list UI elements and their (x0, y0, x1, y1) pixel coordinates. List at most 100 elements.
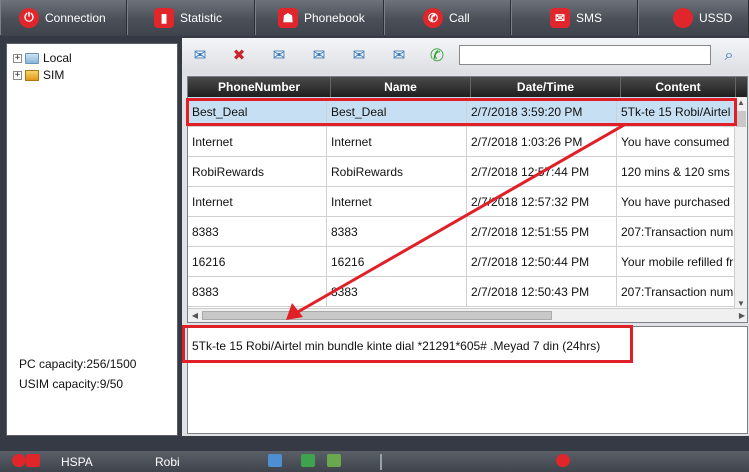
cell-datetime: 2/7/2018 12:57:32 PM (467, 187, 617, 217)
tab-connection-label: Connection (45, 10, 106, 25)
folder-icon (25, 52, 39, 64)
power-icon: ⏻ (19, 7, 39, 28)
cell-datetime: 2/7/2018 12:50:43 PM (467, 277, 617, 307)
cell-content: 207:Transaction num (617, 217, 736, 247)
cell-content: Your mobile refilled fr (617, 247, 736, 277)
status-bar: HSPA Robi (0, 451, 749, 472)
column-header-name[interactable]: Name (331, 77, 471, 97)
table-body: Best_Deal Best_Deal 2/7/2018 3:59:20 PM … (188, 97, 736, 307)
call-icon[interactable]: ✆ (427, 47, 447, 65)
tab-call-label: Call (449, 10, 470, 25)
cell-content: 120 mins & 120 sms (617, 157, 736, 187)
disconnected-icon (12, 454, 26, 467)
tree-item-sim-label: SIM (43, 68, 65, 82)
tab-connection[interactable]: ⏻ Connection (0, 0, 127, 35)
scroll-down-icon[interactable]: ▼ (735, 299, 747, 308)
expand-icon[interactable]: + (13, 53, 22, 63)
table-header: PhoneNumber Name Date/Time Content (188, 77, 747, 97)
cell-name: Internet (327, 187, 467, 217)
ussd-icon (673, 7, 693, 28)
cell-phone: Internet (188, 127, 327, 157)
envelope-icon: ✉ (550, 7, 570, 28)
cell-phone: 8383 (188, 217, 327, 247)
cell-phone: Best_Deal (188, 97, 327, 127)
cell-phone: 8383 (188, 277, 327, 307)
reply-icon[interactable]: ✉ (269, 47, 289, 65)
status-divider (380, 454, 382, 470)
search-icon[interactable]: ⌕ (718, 45, 740, 67)
column-header-datetime[interactable]: Date/Time (471, 77, 621, 97)
cell-name: Best_Deal (327, 97, 467, 127)
tree-item-sim[interactable]: + SIM (13, 67, 64, 83)
tab-sms[interactable]: ✉ SMS (511, 0, 638, 35)
cell-content: You have purchased (617, 187, 736, 217)
pc-capacity: PC capacity:256/1500 (19, 357, 137, 371)
horizontal-scroll-thumb[interactable] (202, 311, 552, 320)
bar-chart-icon: ▮ (154, 7, 174, 28)
phone-icon: ✆ (423, 7, 443, 28)
table-row[interactable]: Internet Internet 2/7/2018 12:57:32 PM Y… (188, 187, 736, 217)
scroll-left-icon[interactable]: ◀ (189, 311, 201, 320)
message-preview: 5Tk-te 15 Robi/Airtel min bundle kinte d… (187, 326, 748, 434)
network-adapter-icon (268, 454, 282, 467)
table-row[interactable]: 16216 16216 2/7/2018 12:50:44 PM Your mo… (188, 247, 736, 277)
app-window: ⏻ Connection ▮ Statistic ☗ Phonebook ✆ C… (0, 0, 749, 472)
table-row[interactable]: RobiRewards RobiRewards 2/7/2018 12:57:4… (188, 157, 736, 187)
scroll-up-icon[interactable]: ▲ (735, 98, 747, 107)
image-icon (327, 454, 341, 467)
network-type: HSPA (61, 455, 93, 469)
horizontal-scrollbar[interactable]: ◀ ▶ (188, 308, 747, 322)
tab-sms-label: SMS (576, 10, 603, 25)
cell-phone: RobiRewards (188, 157, 327, 187)
cell-name: RobiRewards (327, 157, 467, 187)
cell-datetime: 2/7/2018 12:51:55 PM (467, 217, 617, 247)
delete-message-icon[interactable]: ✖ (229, 47, 249, 65)
cell-content: You have consumed (617, 127, 736, 157)
import-icon[interactable]: ✉ (389, 47, 409, 65)
folder-tree: + Local + SIM PC capacity:256/1500 USIM … (6, 43, 178, 436)
new-message-icon[interactable]: ✉ (190, 47, 210, 65)
export-icon[interactable]: ✉ (349, 47, 369, 65)
expand-icon[interactable]: + (13, 70, 22, 80)
sms-toolbar: ✉ ✖ ✉ ✉ ✉ ✉ ✆ ⌕ (182, 38, 749, 74)
tree-item-local[interactable]: + Local (13, 50, 72, 66)
tree-item-local-label: Local (43, 51, 72, 65)
table-row[interactable]: Best_Deal Best_Deal 2/7/2018 3:59:20 PM … (188, 97, 736, 127)
column-header-phone[interactable]: PhoneNumber (188, 77, 331, 97)
table-row[interactable]: 8383 8383 2/7/2018 12:50:43 PM 207:Trans… (188, 277, 736, 307)
cell-name: 8383 (327, 277, 467, 307)
tab-ussd[interactable]: USSD (638, 0, 749, 35)
table-row[interactable]: 8383 8383 2/7/2018 12:51:55 PM 207:Trans… (188, 217, 736, 247)
signal-icon (26, 454, 40, 467)
vertical-scroll-thumb[interactable] (736, 111, 746, 127)
sim-card-icon (25, 69, 39, 81)
cell-name: 8383 (327, 217, 467, 247)
cell-content: 207:Transaction num (617, 277, 736, 307)
tab-phonebook[interactable]: ☗ Phonebook (255, 0, 384, 35)
cell-datetime: 2/7/2018 12:50:44 PM (467, 247, 617, 277)
cell-datetime: 2/7/2018 3:59:20 PM (467, 97, 617, 127)
preview-text: 5Tk-te 15 Robi/Airtel min bundle kinte d… (192, 339, 601, 353)
operator-name: Robi (155, 455, 180, 469)
tab-ussd-label: USSD (699, 10, 733, 25)
scroll-right-icon[interactable]: ▶ (736, 311, 747, 320)
phonebook-icon: ☗ (278, 7, 298, 28)
tab-call[interactable]: ✆ Call (384, 0, 511, 35)
main-nav: ⏻ Connection ▮ Statistic ☗ Phonebook ✆ C… (0, 0, 749, 36)
cell-name: Internet (327, 127, 467, 157)
vertical-scrollbar[interactable]: ▲ ▼ (734, 97, 747, 309)
column-header-content[interactable]: Content (621, 77, 736, 97)
sms-inbox-icon (301, 454, 315, 467)
cell-content: 5Tk-te 15 Robi/Airtel (617, 97, 736, 127)
search-input[interactable] (459, 45, 711, 65)
cell-phone: Internet (188, 187, 327, 217)
cell-name: 16216 (327, 247, 467, 277)
tab-phonebook-label: Phonebook (304, 10, 365, 25)
tab-statistic-label: Statistic (180, 10, 223, 25)
tab-statistic[interactable]: ▮ Statistic (127, 0, 255, 35)
cell-datetime: 2/7/2018 1:03:26 PM (467, 127, 617, 157)
table-row[interactable]: Internet Internet 2/7/2018 1:03:26 PM Yo… (188, 127, 736, 157)
brand-logo-icon (556, 454, 570, 467)
cell-phone: 16216 (188, 247, 327, 277)
forward-icon[interactable]: ✉ (309, 47, 329, 65)
